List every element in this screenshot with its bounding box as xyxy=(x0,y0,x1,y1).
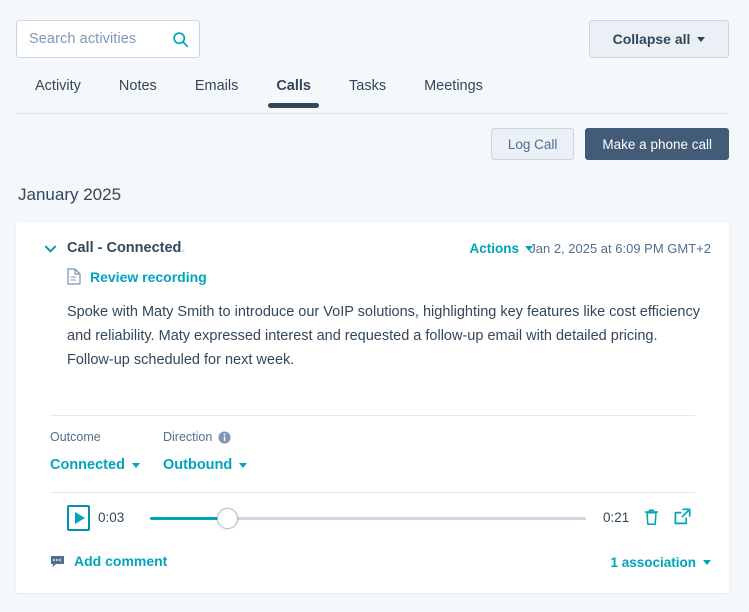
document-icon xyxy=(67,268,81,285)
card-actions-dropdown[interactable]: Actions xyxy=(469,241,533,256)
tab-bar: Activity Notes Emails Calls Tasks Meetin… xyxy=(16,70,729,114)
tab-label: Meetings xyxy=(424,78,483,94)
top-bar: Search activities Collapse all xyxy=(0,0,749,68)
external-link-icon[interactable] xyxy=(674,508,691,525)
current-time: 0:03 xyxy=(98,510,125,525)
tab-label: Activity xyxy=(35,78,81,94)
search-icon[interactable] xyxy=(172,31,189,48)
outcome-label: Outcome xyxy=(50,430,101,444)
tab-activity[interactable]: Activity xyxy=(16,70,100,108)
collapse-all-label: Collapse all xyxy=(612,31,691,47)
direction-label-row: Direction xyxy=(163,428,247,446)
card-title: Call - Connected. xyxy=(67,240,185,256)
direction-label: Direction xyxy=(163,430,213,444)
chevron-down-icon[interactable] xyxy=(44,242,57,255)
make-phone-call-button[interactable]: Make a phone call xyxy=(585,128,729,160)
direction-dropdown[interactable]: Outbound xyxy=(163,457,248,473)
info-icon[interactable] xyxy=(218,430,231,444)
tab-calls[interactable]: Calls xyxy=(257,70,330,108)
tab-tasks[interactable]: Tasks xyxy=(330,70,405,108)
tab-label: Tasks xyxy=(349,78,387,94)
player-divider xyxy=(50,492,695,493)
audio-player: 0:03 0:21 xyxy=(50,505,695,537)
total-time: 0:21 xyxy=(603,510,630,525)
tab-emails[interactable]: Emails xyxy=(176,70,258,108)
call-activity-card: Call - Connected. Actions Jan 2, 2025 at… xyxy=(16,222,729,593)
month-heading: January 2025 xyxy=(18,185,122,204)
search-input[interactable]: Search activities xyxy=(16,20,200,58)
chevron-down-icon xyxy=(131,462,140,468)
direction-value: Outbound xyxy=(163,457,233,473)
play-icon xyxy=(74,512,85,524)
tab-notes[interactable]: Notes xyxy=(100,70,176,108)
tab-meetings[interactable]: Meetings xyxy=(405,70,502,108)
make-phone-call-label: Make a phone call xyxy=(602,136,712,152)
review-recording-label: Review recording xyxy=(90,268,207,285)
log-call-label: Log Call xyxy=(507,136,558,152)
associations-dropdown[interactable]: 1 association xyxy=(610,555,711,570)
play-button[interactable] xyxy=(67,505,90,531)
tab-label: Emails xyxy=(194,78,239,94)
slider-thumb[interactable] xyxy=(217,508,238,529)
log-call-button[interactable]: Log Call xyxy=(490,128,575,160)
tab-divider xyxy=(16,113,729,114)
associations-label: 1 association xyxy=(610,555,696,570)
add-comment-button[interactable]: Add comment xyxy=(50,553,167,569)
trash-icon[interactable] xyxy=(644,508,659,526)
tab-label: Notes xyxy=(118,78,157,94)
collapse-all-button[interactable]: Collapse all xyxy=(589,20,729,58)
chevron-down-icon xyxy=(239,462,248,468)
chevron-down-icon xyxy=(703,560,711,565)
outcome-dropdown[interactable]: Connected xyxy=(50,457,163,473)
card-title-text: Call - Connected xyxy=(67,240,182,256)
chevron-down-icon xyxy=(697,36,706,42)
direction-field: Direction Outbound xyxy=(163,428,248,473)
card-header: Call - Connected. Actions Jan 2, 2025 at… xyxy=(16,222,729,264)
review-recording-link[interactable]: Review recording xyxy=(67,268,207,285)
section-divider xyxy=(50,415,695,416)
add-comment-label: Add comment xyxy=(74,553,168,569)
call-timestamp: Jan 2, 2025 at 6:09 PM GMT+2 xyxy=(529,241,711,256)
card-title-suffix: . xyxy=(181,240,186,256)
outcome-field: Outcome Connected xyxy=(50,428,163,473)
comment-icon xyxy=(51,555,64,567)
outcome-value: Connected xyxy=(50,457,125,473)
call-properties: Outcome Connected Direction Outbound xyxy=(50,428,248,473)
tab-label: Calls xyxy=(276,78,311,94)
card-actions-label: Actions xyxy=(469,241,519,256)
search-placeholder: Search activities xyxy=(29,31,137,47)
call-actions: Log Call Make a phone call xyxy=(490,128,729,160)
call-notes-body: Spoke with Maty Smith to introduce our V… xyxy=(67,304,700,368)
activity-timeline-page: Search activities Collapse all Activity … xyxy=(0,0,749,612)
progress-slider[interactable] xyxy=(150,508,586,529)
